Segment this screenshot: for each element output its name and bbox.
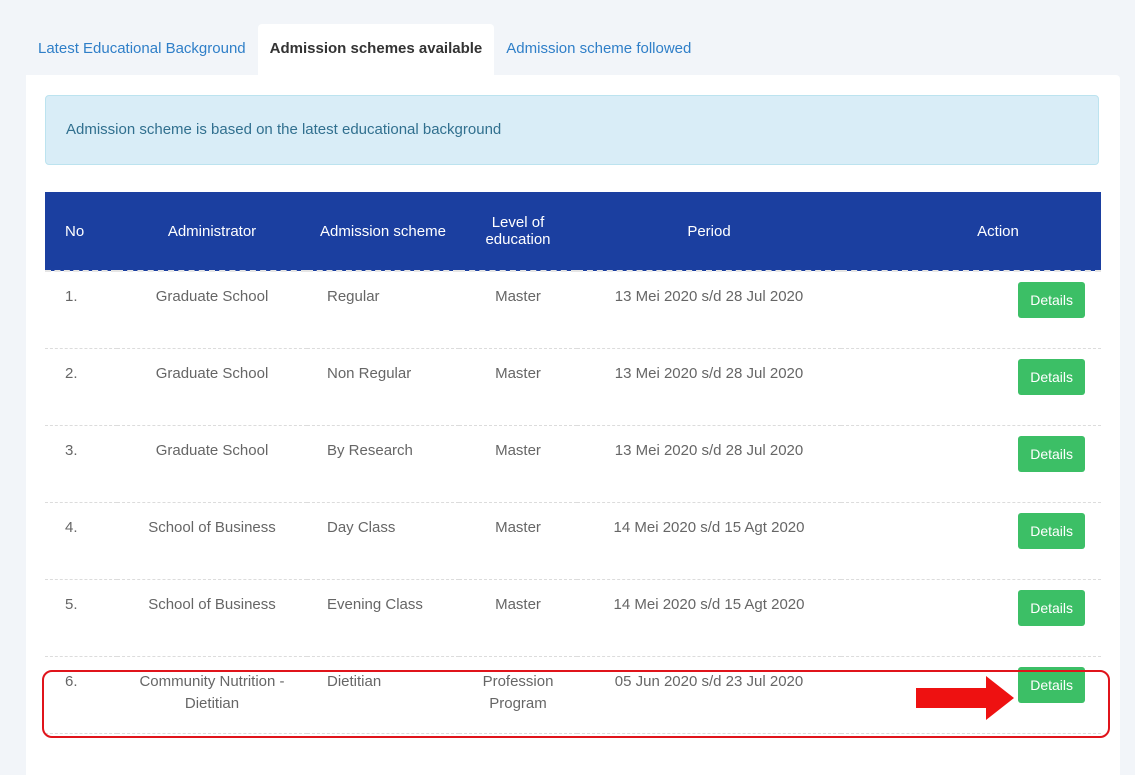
details-button[interactable]: Details: [1018, 666, 1085, 703]
cell-no: 6.: [45, 656, 117, 734]
cell-admission-scheme: Dietitian: [307, 656, 459, 734]
cell-action: Details: [841, 502, 1101, 580]
cell-no: 5.: [45, 579, 117, 657]
cell-admission-scheme: Non Regular: [307, 348, 459, 426]
header-admission-scheme: Admission scheme: [307, 192, 459, 272]
cell-action: Details: [841, 271, 1101, 349]
table-row: 5. School of Business Evening Class Mast…: [45, 579, 1101, 657]
tab-admission-schemes-available[interactable]: Admission schemes available: [257, 24, 495, 76]
cell-action: Details: [841, 579, 1101, 657]
cell-no: 3.: [45, 425, 117, 503]
table-row: 4. School of Business Day Class Master 1…: [45, 502, 1101, 580]
cell-action: Details: [841, 425, 1101, 503]
info-alert: Admission scheme is based on the latest …: [45, 95, 1099, 165]
cell-period: 05 Jun 2020 s/d 23 Jul 2020: [577, 656, 841, 734]
cell-admission-scheme: By Research: [307, 425, 459, 503]
details-button[interactable]: Details: [1018, 435, 1085, 472]
cell-level: Master: [459, 425, 577, 503]
cell-admission-scheme: Day Class: [307, 502, 459, 580]
cell-period: 13 Mei 2020 s/d 28 Jul 2020: [577, 425, 841, 503]
cell-period: 13 Mei 2020 s/d 28 Jul 2020: [577, 348, 841, 426]
table-row: 3. Graduate School By Research Master 13…: [45, 425, 1101, 503]
cell-period: 14 Mei 2020 s/d 15 Agt 2020: [577, 579, 841, 657]
cell-action: Details: [841, 348, 1101, 426]
tab-latest-educational-background[interactable]: Latest Educational Background: [26, 24, 258, 76]
cell-level: Master: [459, 348, 577, 426]
cell-no: 2.: [45, 348, 117, 426]
header-action: Action: [841, 192, 1101, 272]
table-header-row: No Administrator Admission scheme Level …: [45, 192, 1101, 272]
tab-panel: Admission scheme is based on the latest …: [26, 75, 1120, 775]
cell-level: Profession Program: [459, 656, 577, 734]
cell-administrator: Graduate School: [117, 348, 307, 426]
table-row: 1. Graduate School Regular Master 13 Mei…: [45, 271, 1101, 349]
cell-administrator: School of Business: [117, 579, 307, 657]
admission-schemes-table: No Administrator Admission scheme Level …: [45, 192, 1101, 734]
cell-administrator: Graduate School: [117, 271, 307, 349]
cell-level: Master: [459, 579, 577, 657]
details-button[interactable]: Details: [1018, 589, 1085, 626]
tab-admission-scheme-followed[interactable]: Admission scheme followed: [494, 24, 703, 76]
cell-admission-scheme: Evening Class: [307, 579, 459, 657]
header-period: Period: [577, 192, 841, 272]
cell-period: 13 Mei 2020 s/d 28 Jul 2020: [577, 271, 841, 349]
cell-administrator: Community Nutrition - Dietitian: [117, 656, 307, 734]
cell-period: 14 Mei 2020 s/d 15 Agt 2020: [577, 502, 841, 580]
cell-no: 1.: [45, 271, 117, 349]
header-no: No: [45, 192, 117, 272]
details-button[interactable]: Details: [1018, 512, 1085, 549]
header-administrator: Administrator: [117, 192, 307, 272]
details-button[interactable]: Details: [1018, 282, 1085, 318]
tab-bar: Latest Educational Background Admission …: [26, 24, 703, 76]
details-button[interactable]: Details: [1018, 358, 1085, 395]
cell-no: 4.: [45, 502, 117, 580]
right-arrow-icon: [916, 676, 1014, 720]
cell-administrator: School of Business: [117, 502, 307, 580]
cell-administrator: Graduate School: [117, 425, 307, 503]
table-row: 2. Graduate School Non Regular Master 13…: [45, 348, 1101, 426]
header-level-of-education: Level of education: [459, 192, 577, 272]
cell-level: Master: [459, 502, 577, 580]
cell-level: Master: [459, 271, 577, 349]
cell-admission-scheme: Regular: [307, 271, 459, 349]
